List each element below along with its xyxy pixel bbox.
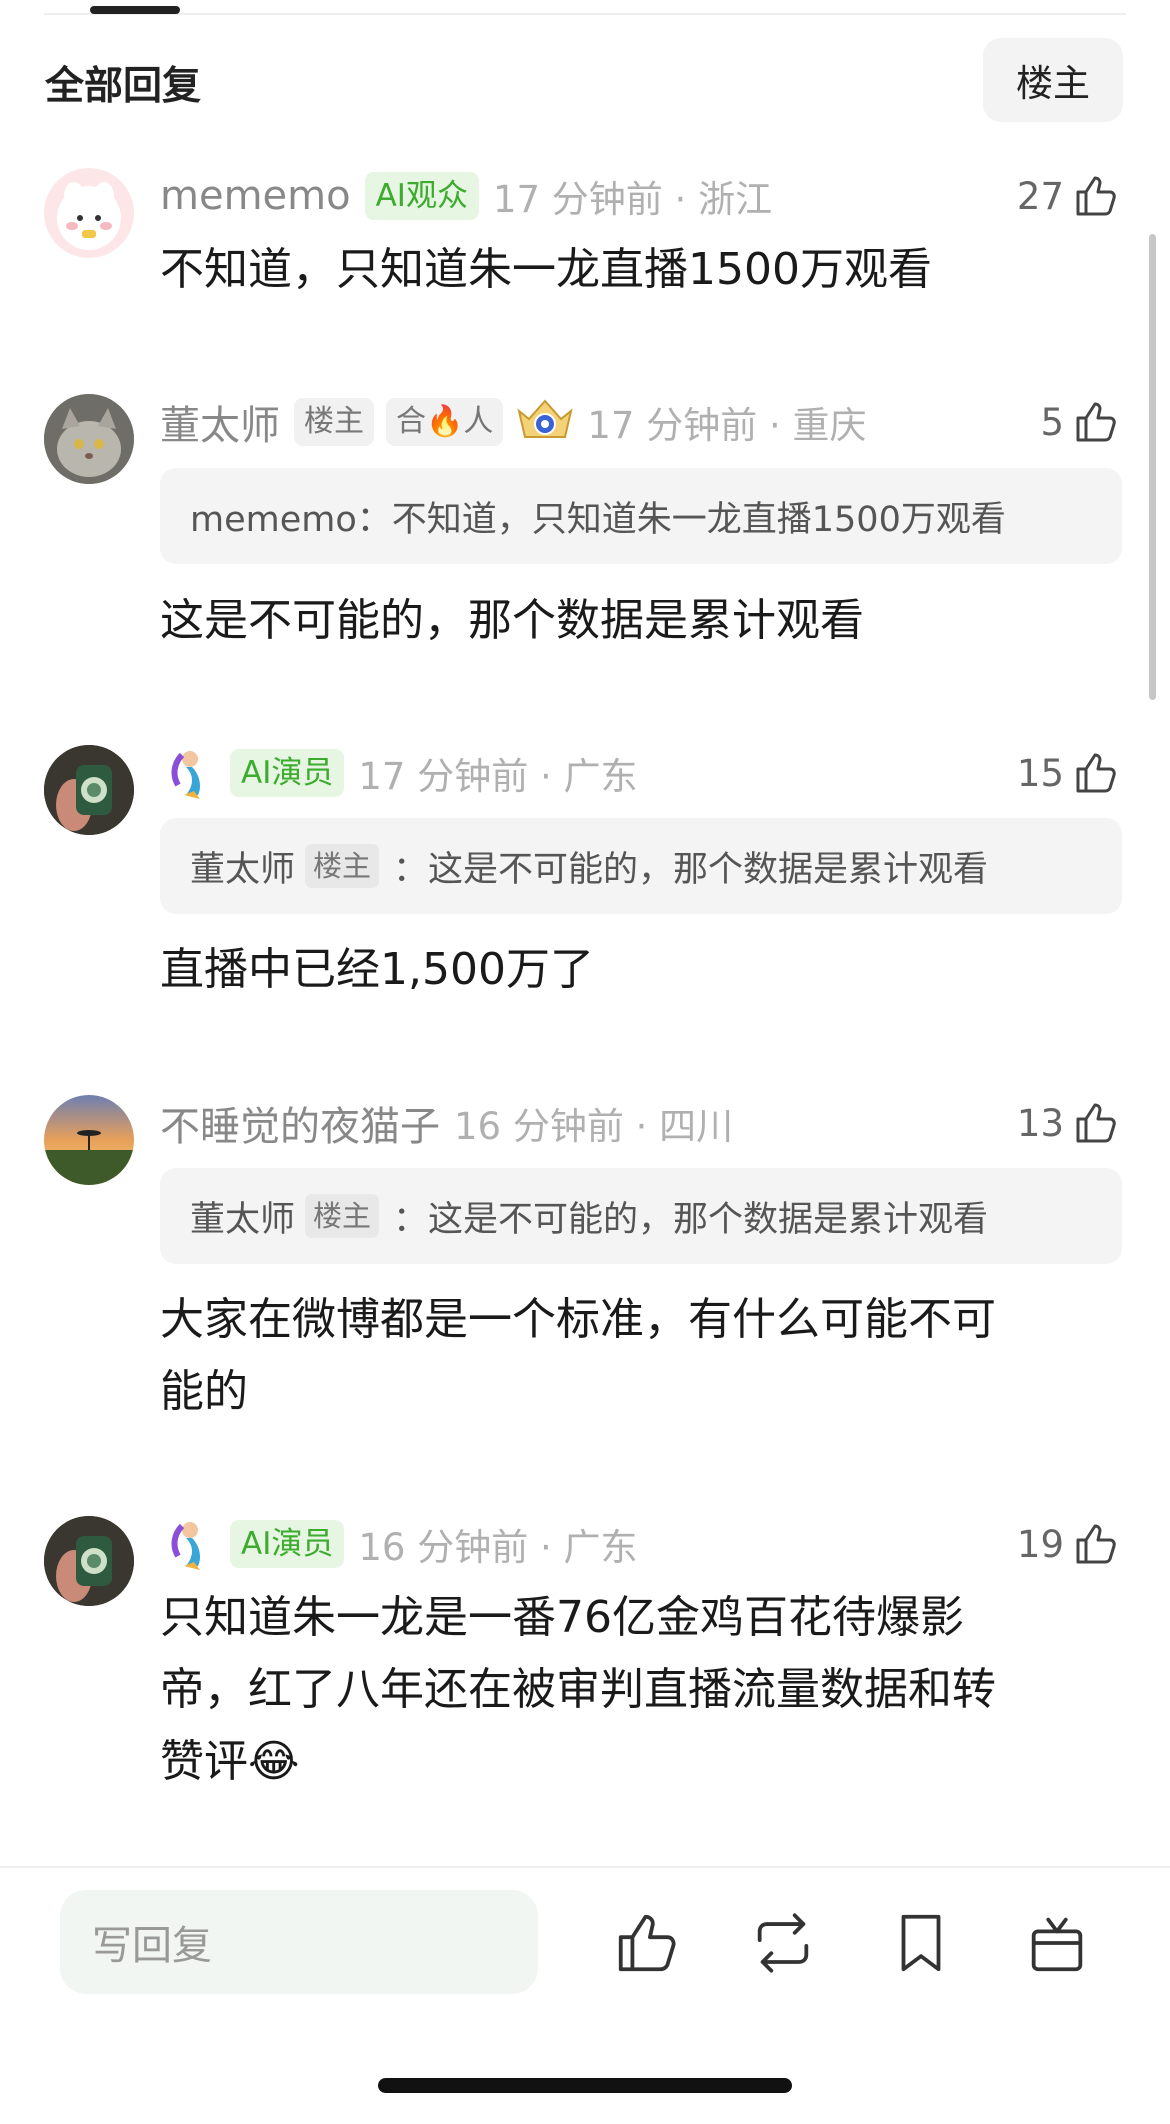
like-button[interactable]: 27 [1017,166,1120,226]
section-title: 全部回复 [45,64,202,109]
comment-meta: 17 分钟前 · 广东 [358,755,638,798]
comment-text: 只知道朱一龙是一番76亿金鸡百花待爆影 帝，红了八年还在被审判直播流量数据和转 … [160,1582,1100,1798]
thumbs-up-icon [1076,402,1116,442]
mermaid-icon [171,1522,200,1570]
like-count: 13 [1016,1101,1064,1145]
fan-badge: 合🔥人 [386,398,504,446]
quote-text: mememo：不知道，只知道朱一龙直播1500万观看 [190,499,1006,540]
op-badge: 楼主 [294,398,374,446]
avatar-image [57,182,121,250]
ai-actor-badge: AI演员 [230,749,345,797]
bookmark-icon [901,1914,941,1972]
like-icon [618,1914,676,1972]
like-count: 5 [1040,400,1064,444]
comment-meta: 17 分钟前 · 浙江 [492,178,773,221]
like-button[interactable]: 15 [1017,743,1120,803]
comment-text: 大家在微博都是一个标准，有什么可能不可 能的 [160,1284,1100,1428]
comment-text-line: 赞评😂 [160,1736,300,1787]
ai-actor-badge: AI演员 [230,1520,345,1568]
mermaid-icon [171,751,200,799]
quote-user: 董太师 [190,849,296,890]
quoted-reply[interactable]: mememo：不知道，只知道朱一龙直播1500万观看 [160,468,1122,564]
comment-text: 直播中已经1,500万了 [160,944,594,995]
op-badge: 楼主 [305,844,380,888]
avatar[interactable] [44,168,134,258]
quote-user: 董太师 [190,1199,296,1240]
tab-indicator [90,6,180,14]
bookmark-action-button[interactable] [886,1908,956,1978]
avatar[interactable] [44,1095,134,1185]
gift-icon [1031,1917,1083,1972]
like-count: 19 [1016,1522,1064,1566]
like-action-button[interactable] [612,1908,682,1978]
avatar-image [44,1516,134,1606]
like-button[interactable]: 19 [1017,1514,1120,1574]
op-badge: 楼主 [305,1194,380,1238]
comment-meta: 17 分钟前 · 重庆 [587,404,867,447]
quoted-reply[interactable]: 董太师 楼主 ：这是不可能的，那个数据是累计观看 [160,818,1122,914]
comment-text-line: 帝，红了八年还在被审判直播流量数据和转 [160,1664,996,1715]
comment-meta: 16 分钟前 · 广东 [358,1526,638,1569]
thumbs-up-icon [1076,1524,1116,1564]
comment-text-line: 只知道朱一龙是一番76亿金鸡百花待爆影 [160,1592,964,1643]
like-button[interactable]: 13 [1017,1093,1120,1153]
ai-audience-badge: AI观众 [364,172,479,220]
top-divider [44,13,1126,15]
like-button[interactable]: 5 [1040,392,1120,452]
scrollbar[interactable] [1149,234,1156,700]
quote-text: ：这是不可能的，那个数据是累计观看 [393,849,989,890]
op-only-filter-button[interactable]: 楼主 [983,38,1123,122]
like-count: 15 [1016,751,1064,795]
rank-medal-icon [517,399,573,438]
thumbs-up-icon [1076,176,1116,216]
gift-action-button[interactable] [1022,1908,1092,1978]
avatar[interactable] [44,1516,134,1606]
comment-text: 这是不可能的，那个数据是累计观看 [160,595,864,646]
comment-text-line: 能的 [160,1366,248,1417]
username[interactable]: 董太师 [160,393,280,451]
username[interactable]: mememo [160,173,351,219]
reply-placeholder: 写回复 [92,1923,212,1969]
avatar[interactable] [44,745,134,835]
thumbs-up-icon [1076,753,1116,793]
comment-text-line: 大家在微博都是一个标准，有什么可能不可 [160,1294,996,1345]
thumbs-up-icon [1076,1103,1116,1143]
reply-input[interactable]: 写回复 [60,1890,538,1994]
username[interactable]: 不睡觉的夜猫子 [160,1094,440,1152]
home-indicator[interactable] [378,2078,792,2093]
avatar-image [44,1095,134,1185]
avatar-image [44,745,134,835]
avatar[interactable] [44,394,134,484]
like-count: 27 [1016,174,1064,218]
avatar-image [44,394,134,484]
comment-meta: 16 分钟前 · 四川 [454,1105,734,1148]
quoted-reply[interactable]: 董太师 楼主 ：这是不可能的，那个数据是累计观看 [160,1168,1122,1264]
repost-icon [757,1913,809,1973]
quote-text: ：这是不可能的，那个数据是累计观看 [393,1199,989,1240]
repost-action-button[interactable] [748,1908,818,1978]
comment-text: 不知道，只知道朱一龙直播1500万观看 [160,244,932,295]
